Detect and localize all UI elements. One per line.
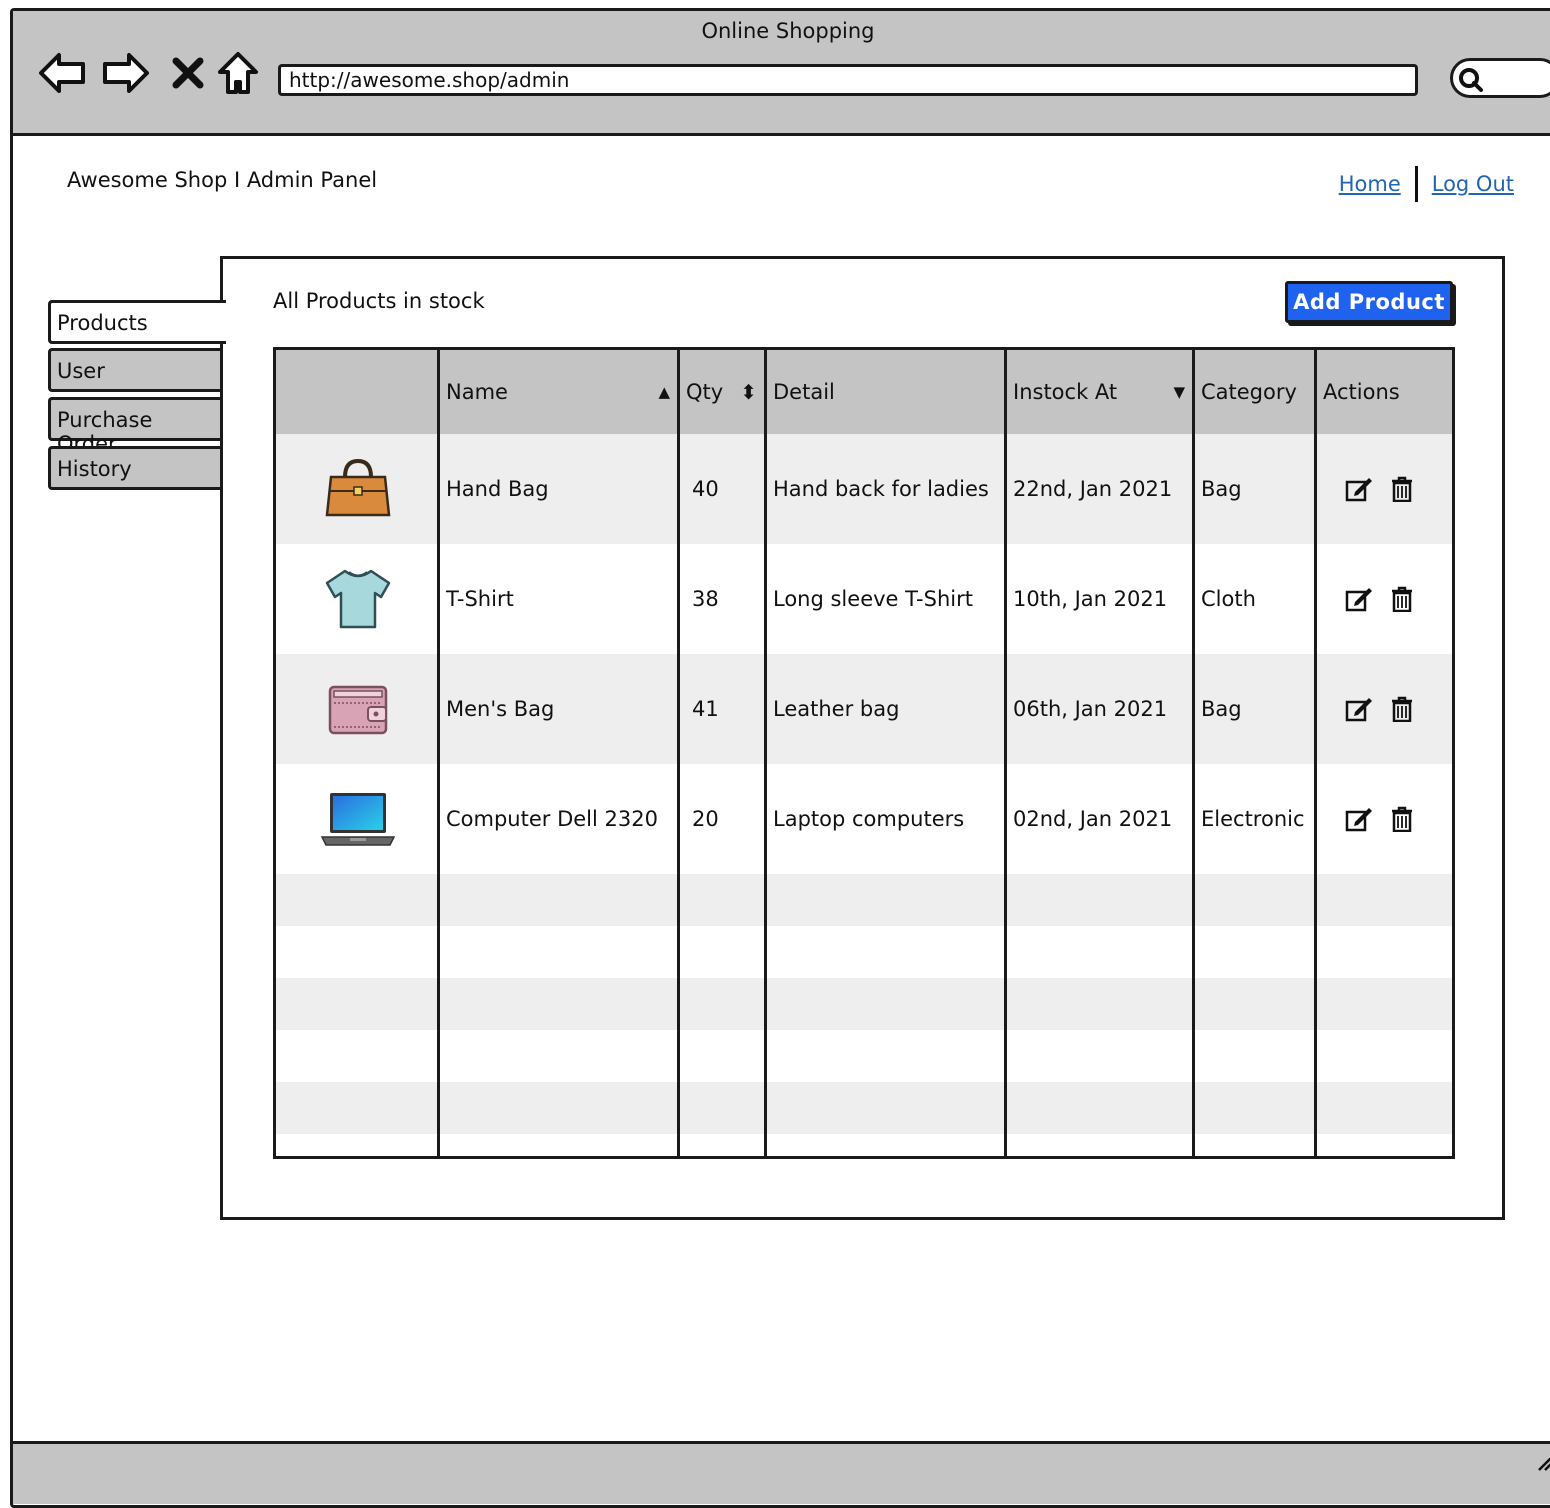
column-divider (1314, 350, 1317, 1156)
row-actions (1317, 434, 1452, 544)
column-header-name[interactable]: Name ▲ (440, 350, 680, 434)
home-icon[interactable] (211, 46, 265, 100)
site-brand: Awesome Shop I Admin Panel (67, 168, 378, 192)
column-header-category-label: Category (1201, 380, 1297, 404)
column-header-image (276, 350, 440, 434)
row-actions (1317, 764, 1452, 874)
products-panel: All Products in stock Add Product Name ▲… (220, 256, 1505, 1220)
tab-history[interactable]: History (48, 446, 223, 490)
column-header-detail-label: Detail (773, 380, 835, 404)
trash-icon[interactable] (1391, 586, 1413, 612)
product-name: Computer Dell 2320 (446, 807, 658, 831)
tab-user-label: User (57, 359, 105, 383)
column-header-actions-label: Actions (1323, 380, 1400, 404)
back-arrow-icon[interactable] (35, 46, 89, 100)
table-row: Hand Bag 40 Hand back for ladies 22nd, J… (276, 434, 1452, 544)
panel-title: All Products in stock (273, 289, 485, 313)
tab-history-label: History (57, 457, 132, 481)
column-divider (1004, 350, 1007, 1156)
edit-icon[interactable] (1345, 586, 1373, 612)
product-qty: 20 (692, 807, 719, 831)
tab-purchase-order[interactable]: Purchase Order (48, 397, 223, 456)
product-category: Cloth (1201, 587, 1256, 611)
sort-asc-icon[interactable]: ▲ (658, 383, 670, 401)
browser-status-bar (13, 1441, 1550, 1504)
table-row: T-Shirt 38 Long sleeve T-Shirt 10th, Jan… (276, 544, 1452, 654)
sort-desc-icon[interactable]: ▼ (1173, 383, 1185, 401)
product-category: Electronic (1201, 807, 1305, 831)
column-divider (437, 350, 440, 1156)
edit-icon[interactable] (1345, 476, 1373, 502)
column-header-actions: Actions (1317, 350, 1452, 434)
browser-search-box[interactable] (1450, 58, 1550, 98)
column-divider (1192, 350, 1195, 1156)
product-detail: Leather bag (773, 697, 900, 721)
tab-products[interactable]: Products (48, 300, 226, 344)
product-instock: 10th, Jan 2021 (1013, 587, 1168, 611)
empty-row (276, 926, 1452, 978)
close-x-icon[interactable] (161, 46, 215, 100)
product-name: Hand Bag (446, 477, 549, 501)
wallet-icon (276, 654, 440, 764)
product-name: Men's Bag (446, 697, 555, 721)
empty-row (276, 874, 1452, 926)
column-header-instock[interactable]: Instock At ▼ (1007, 350, 1195, 434)
product-qty: 41 (692, 697, 719, 721)
row-actions (1317, 654, 1452, 764)
column-header-qty[interactable]: Qty ⬍ (680, 350, 767, 434)
product-detail: Hand back for ladies (773, 477, 989, 501)
trash-icon[interactable] (1391, 806, 1413, 832)
add-product-button[interactable]: Add Product (1285, 281, 1453, 323)
column-header-name-label: Name (446, 380, 508, 404)
nav-separator (1414, 166, 1418, 202)
url-input[interactable]: http://awesome.shop/admin (278, 64, 1418, 96)
logout-link[interactable]: Log Out (1432, 172, 1514, 196)
product-instock: 02nd, Jan 2021 (1013, 807, 1173, 831)
tab-user[interactable]: User (48, 348, 223, 392)
products-table: Name ▲ Qty ⬍ Detail Instock At ▼ Categor… (273, 347, 1455, 1159)
product-qty: 38 (692, 587, 719, 611)
column-divider (764, 350, 767, 1156)
laptop-icon (276, 764, 440, 874)
browser-toolbar: Online Shopping http://awesome.shop/admi… (13, 11, 1550, 136)
empty-row (276, 1030, 1452, 1082)
header-nav: Home Log Out (1339, 166, 1514, 202)
table-header: Name ▲ Qty ⬍ Detail Instock At ▼ Categor… (276, 350, 1452, 434)
row-actions (1317, 544, 1452, 654)
product-detail: Laptop computers (773, 807, 965, 831)
column-header-detail: Detail (767, 350, 1007, 434)
product-category: Bag (1201, 697, 1242, 721)
handbag-icon (276, 434, 440, 544)
product-detail: Long sleeve T-Shirt (773, 587, 973, 611)
url-text: http://awesome.shop/admin (289, 68, 570, 92)
product-instock: 22nd, Jan 2021 (1013, 477, 1173, 501)
table-row: Men's Bag 41 Leather bag 06th, Jan 2021 … (276, 654, 1452, 764)
search-icon (1459, 68, 1483, 92)
tab-products-label: Products (57, 311, 148, 335)
product-instock: 06th, Jan 2021 (1013, 697, 1168, 721)
column-divider (677, 350, 680, 1156)
edit-icon[interactable] (1345, 696, 1373, 722)
product-qty: 40 (692, 477, 719, 501)
resize-grip-icon[interactable] (1535, 1452, 1550, 1472)
tshirt-icon (276, 544, 440, 654)
empty-row (276, 1082, 1452, 1134)
edit-icon[interactable] (1345, 806, 1373, 832)
empty-row (276, 978, 1452, 1030)
home-link[interactable]: Home (1339, 172, 1401, 196)
forward-arrow-icon[interactable] (99, 46, 153, 100)
window-title: Online Shopping (701, 19, 875, 43)
column-header-category: Category (1195, 350, 1317, 434)
trash-icon[interactable] (1391, 476, 1413, 502)
trash-icon[interactable] (1391, 696, 1413, 722)
sort-toggle-icon[interactable]: ⬍ (740, 380, 757, 404)
product-category: Bag (1201, 477, 1242, 501)
column-header-qty-label: Qty (686, 380, 724, 404)
product-name: T-Shirt (446, 587, 514, 611)
column-header-instock-label: Instock At (1013, 380, 1118, 404)
table-row: Computer Dell 2320 20 Laptop computers 0… (276, 764, 1452, 874)
